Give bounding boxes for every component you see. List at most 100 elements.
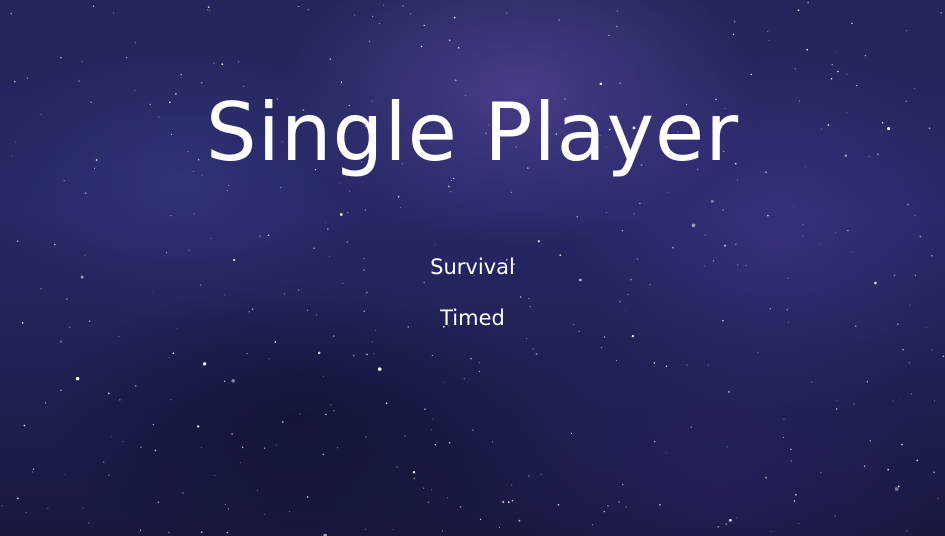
star <box>831 64 833 66</box>
star <box>409 13 412 15</box>
star <box>182 492 184 494</box>
star <box>60 56 62 59</box>
star <box>434 244 436 246</box>
star <box>811 381 813 383</box>
star <box>931 349 933 351</box>
star <box>337 447 338 449</box>
star <box>919 235 922 238</box>
star <box>82 507 84 509</box>
star <box>313 247 315 249</box>
star <box>900 397 901 399</box>
star <box>666 452 668 454</box>
star <box>448 39 451 42</box>
star <box>400 206 402 208</box>
star <box>750 73 753 76</box>
star <box>608 34 610 37</box>
star <box>118 336 120 338</box>
star <box>910 393 912 395</box>
star <box>528 298 530 299</box>
star <box>140 446 142 449</box>
star <box>835 408 838 410</box>
star <box>264 514 266 516</box>
star <box>427 501 429 503</box>
star <box>906 530 908 532</box>
star <box>537 240 541 243</box>
star <box>717 525 719 528</box>
star <box>423 281 425 284</box>
star <box>736 517 738 519</box>
star <box>122 441 124 443</box>
star <box>306 496 309 498</box>
star <box>686 364 688 366</box>
star <box>733 20 736 23</box>
star <box>373 353 375 355</box>
star <box>492 441 494 443</box>
star <box>203 362 207 366</box>
star <box>765 476 767 479</box>
star <box>200 531 203 533</box>
survival-mode-button[interactable]: Survival <box>0 253 945 281</box>
star <box>600 346 603 349</box>
star <box>154 449 157 452</box>
star <box>349 190 351 192</box>
star <box>847 229 849 232</box>
star <box>201 447 202 448</box>
star <box>603 511 605 513</box>
star <box>16 240 19 243</box>
star <box>332 335 335 337</box>
star <box>431 354 433 357</box>
star <box>134 42 137 44</box>
star <box>193 213 195 215</box>
star <box>607 505 609 507</box>
star <box>240 462 242 464</box>
star <box>794 68 797 70</box>
star <box>231 379 235 383</box>
star <box>32 468 35 471</box>
star <box>44 402 47 404</box>
star <box>540 473 542 475</box>
star <box>616 25 618 28</box>
star <box>322 376 324 377</box>
star <box>502 500 505 504</box>
star <box>397 195 400 198</box>
star <box>622 483 624 486</box>
star <box>864 54 866 57</box>
star <box>767 214 769 217</box>
star <box>210 237 212 239</box>
star <box>224 294 226 296</box>
screen-title: Single Player <box>205 86 740 179</box>
star <box>942 355 945 357</box>
star <box>23 424 26 427</box>
star <box>934 400 936 402</box>
star <box>274 341 277 343</box>
star <box>606 212 608 213</box>
star <box>392 529 394 530</box>
star <box>108 474 110 476</box>
star <box>17 497 19 500</box>
star <box>66 298 68 300</box>
star <box>342 282 344 285</box>
star <box>299 413 301 415</box>
star <box>518 519 521 522</box>
star <box>168 357 170 359</box>
star <box>371 15 374 18</box>
star <box>908 362 910 364</box>
star <box>424 408 426 411</box>
star <box>732 33 735 36</box>
star <box>793 500 796 502</box>
star <box>874 281 877 285</box>
star <box>227 508 229 510</box>
timed-mode-button[interactable]: Timed <box>0 304 945 332</box>
star <box>802 224 804 226</box>
star <box>256 489 259 491</box>
star <box>324 222 326 224</box>
star <box>672 246 674 249</box>
star <box>627 293 629 296</box>
star <box>276 444 277 446</box>
star <box>902 349 904 351</box>
star <box>526 338 528 340</box>
star <box>264 447 266 449</box>
star <box>10 13 12 15</box>
star <box>246 352 248 355</box>
star <box>532 348 534 350</box>
